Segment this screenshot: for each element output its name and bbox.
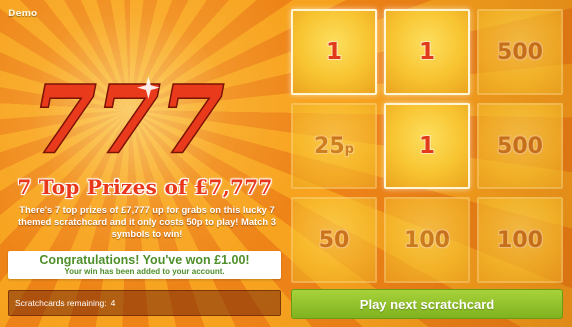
tile-value: 1 (418, 133, 435, 159)
scratch-tile[interactable]: 500 (477, 103, 563, 189)
game-description: There's 7 top prizes of £7,777 up for gr… (18, 204, 276, 239)
scratch-tile[interactable]: 25p (291, 103, 377, 189)
tile-value: 500 (497, 133, 543, 159)
lucky-777-logo: 777 (31, 70, 226, 170)
scratch-tile[interactable]: 100 (384, 197, 470, 283)
scratch-tile[interactable]: 100 (477, 197, 563, 283)
scratch-tile[interactable]: 1 (384, 9, 470, 95)
remaining-label: Scratchcards remaining: (15, 298, 107, 308)
scratch-grid: 1 1 500 25p 1 500 50 100 100 (291, 9, 563, 283)
scratch-tile[interactable]: 50 (291, 197, 377, 283)
tile-value: 25p (314, 133, 354, 159)
play-next-button[interactable]: Play next scratchcard (291, 289, 563, 319)
scratch-tile[interactable]: 500 (477, 9, 563, 95)
tile-value: 1 (418, 39, 435, 65)
win-subtitle: Your win has been added to your account. (64, 267, 225, 276)
demo-mode-label: Demo (8, 9, 38, 19)
headline: 7 Top Prizes of £7,777 (17, 175, 273, 199)
tile-value: 500 (497, 39, 543, 65)
win-message-box: Congratulations! You've won £1.00! Your … (8, 251, 281, 279)
win-title: Congratulations! You've won £1.00! (39, 253, 250, 267)
scratch-tile[interactable]: 1 (384, 103, 470, 189)
tile-value: 100 (497, 227, 543, 253)
scratchcards-remaining: Scratchcards remaining: 4 (8, 290, 281, 316)
scratch-tile[interactable]: 1 (291, 9, 377, 95)
tile-value: 50 (318, 227, 350, 253)
tile-value: 100 (404, 227, 450, 253)
logo-text: 777 (32, 70, 224, 170)
tile-value: 1 (325, 39, 342, 65)
remaining-count: 4 (110, 298, 116, 308)
